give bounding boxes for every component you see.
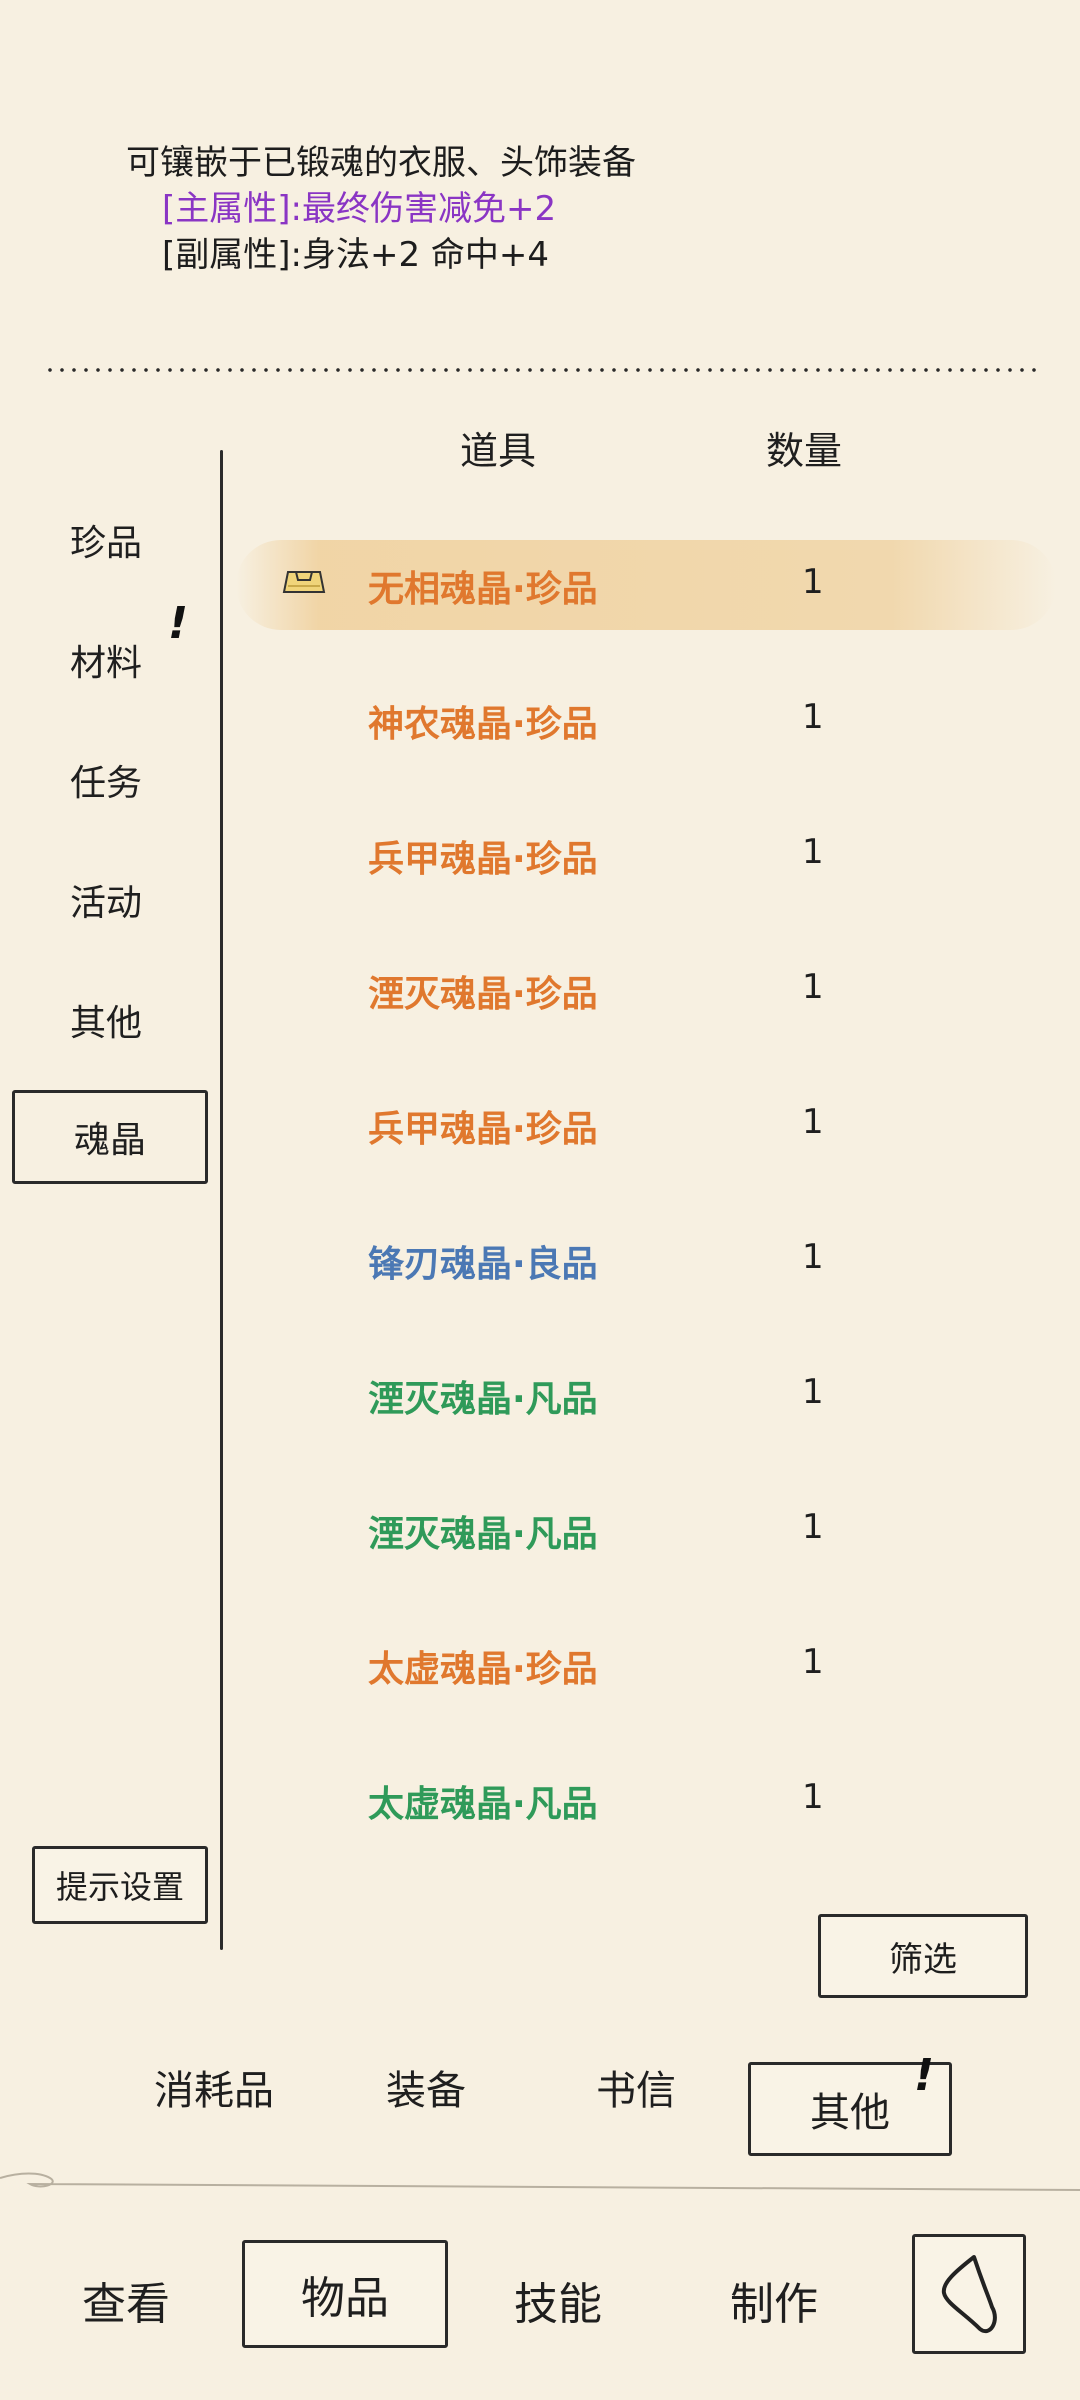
main-attribute: [主属性]:最终伤害减免+2 — [162, 189, 557, 229]
item-row-7[interactable]: 湮灭魂晶·凡品 1 — [236, 1485, 1056, 1575]
category-event[interactable]: 活动 — [70, 874, 142, 926]
item-name: 无相魂晶·珍品 — [368, 569, 598, 610]
item-row-3[interactable]: 湮灭魂晶·珍品 1 — [236, 945, 1056, 1035]
item-name: 太虚魂晶·珍品 — [368, 1649, 598, 1690]
item-description: 可镶嵌于已锻魂的衣服、头饰装备 [主属性]:最终伤害减免+2 [副属性]:身法+… — [126, 140, 636, 278]
item-name: 湮灭魂晶·凡品 — [368, 1379, 598, 1420]
item-row-5[interactable]: 锋刃魂晶·良品 1 — [236, 1215, 1056, 1305]
nav-view[interactable]: 查看 — [82, 2268, 170, 2332]
item-name: 湮灭魂晶·凡品 — [368, 1514, 598, 1555]
header-item: 道具 — [460, 429, 537, 473]
hint-settings-button[interactable]: 提示设置 — [32, 1846, 208, 1924]
description-text: 可镶嵌于已锻魂的衣服、头饰装备 — [126, 143, 636, 183]
item-name: 湮灭魂晶·珍品 — [368, 974, 598, 1015]
header-qty: 数量 — [766, 429, 843, 473]
back-button[interactable] — [912, 2234, 1026, 2354]
back-arrow-icon — [941, 2255, 997, 2333]
category-other[interactable]: 其他 — [70, 994, 142, 1046]
category-treasure[interactable]: 珍品 — [70, 514, 142, 566]
category-materials[interactable]: 材料 — [70, 634, 142, 686]
decorative-swirl — [0, 2172, 1080, 2191]
item-name: 太虚魂晶·凡品 — [368, 1784, 598, 1825]
bag-icon — [282, 571, 326, 593]
alert-mark: ! — [168, 598, 189, 649]
item-qty: 1 — [802, 967, 824, 1007]
subtab-equipment[interactable]: 装备 — [386, 2058, 466, 2116]
item-row-4[interactable]: 兵甲魂晶·珍品 1 — [236, 1080, 1056, 1170]
nav-items-label: 物品 — [301, 2273, 389, 2324]
item-row-0[interactable]: 无相魂晶·珍品 1 — [236, 540, 1056, 630]
dotted-divider — [44, 368, 1036, 372]
category-soul-crystal[interactable]: 魂晶 — [12, 1090, 208, 1184]
item-row-8[interactable]: 太虚魂晶·珍品 1 — [236, 1620, 1056, 1710]
nav-skills[interactable]: 技能 — [514, 2268, 602, 2332]
item-qty: 1 — [802, 1777, 824, 1817]
item-qty: 1 — [802, 697, 824, 737]
item-qty: 1 — [802, 1507, 824, 1547]
sub-attribute: [副属性]:身法+2 命中+4 — [162, 235, 550, 275]
item-name: 兵甲魂晶·珍品 — [368, 839, 598, 880]
nav-items[interactable]: 物品 — [242, 2240, 448, 2348]
item-row-9[interactable]: 太虚魂晶·凡品 1 — [236, 1755, 1056, 1845]
nav-craft[interactable]: 制作 — [730, 2268, 818, 2332]
alert-mark: ! — [914, 2050, 935, 2101]
item-qty: 1 — [802, 832, 824, 872]
item-name: 兵甲魂晶·珍品 — [368, 1109, 598, 1150]
subtab-consumables[interactable]: 消耗品 — [154, 2058, 274, 2116]
item-qty: 1 — [802, 1102, 824, 1142]
item-qty: 1 — [802, 562, 824, 602]
subtab-letters[interactable]: 书信 — [596, 2058, 676, 2116]
item-qty: 1 — [802, 1642, 824, 1682]
item-qty: 1 — [802, 1372, 824, 1412]
item-row-6[interactable]: 湮灭魂晶·凡品 1 — [236, 1350, 1056, 1440]
category-quest[interactable]: 任务 — [70, 754, 142, 806]
category-soul-crystal-label: 魂晶 — [73, 1120, 146, 1161]
item-row-1[interactable]: 神农魂晶·珍品 1 — [236, 675, 1056, 765]
subtab-other-label: 其他 — [810, 2090, 890, 2136]
category-divider — [220, 450, 223, 1950]
item-name: 神农魂晶·珍品 — [368, 704, 598, 745]
item-name: 锋刃魂晶·良品 — [368, 1244, 598, 1285]
filter-button[interactable]: 筛选 — [818, 1914, 1028, 1998]
item-row-2[interactable]: 兵甲魂晶·珍品 1 — [236, 810, 1056, 900]
item-qty: 1 — [802, 1237, 824, 1277]
